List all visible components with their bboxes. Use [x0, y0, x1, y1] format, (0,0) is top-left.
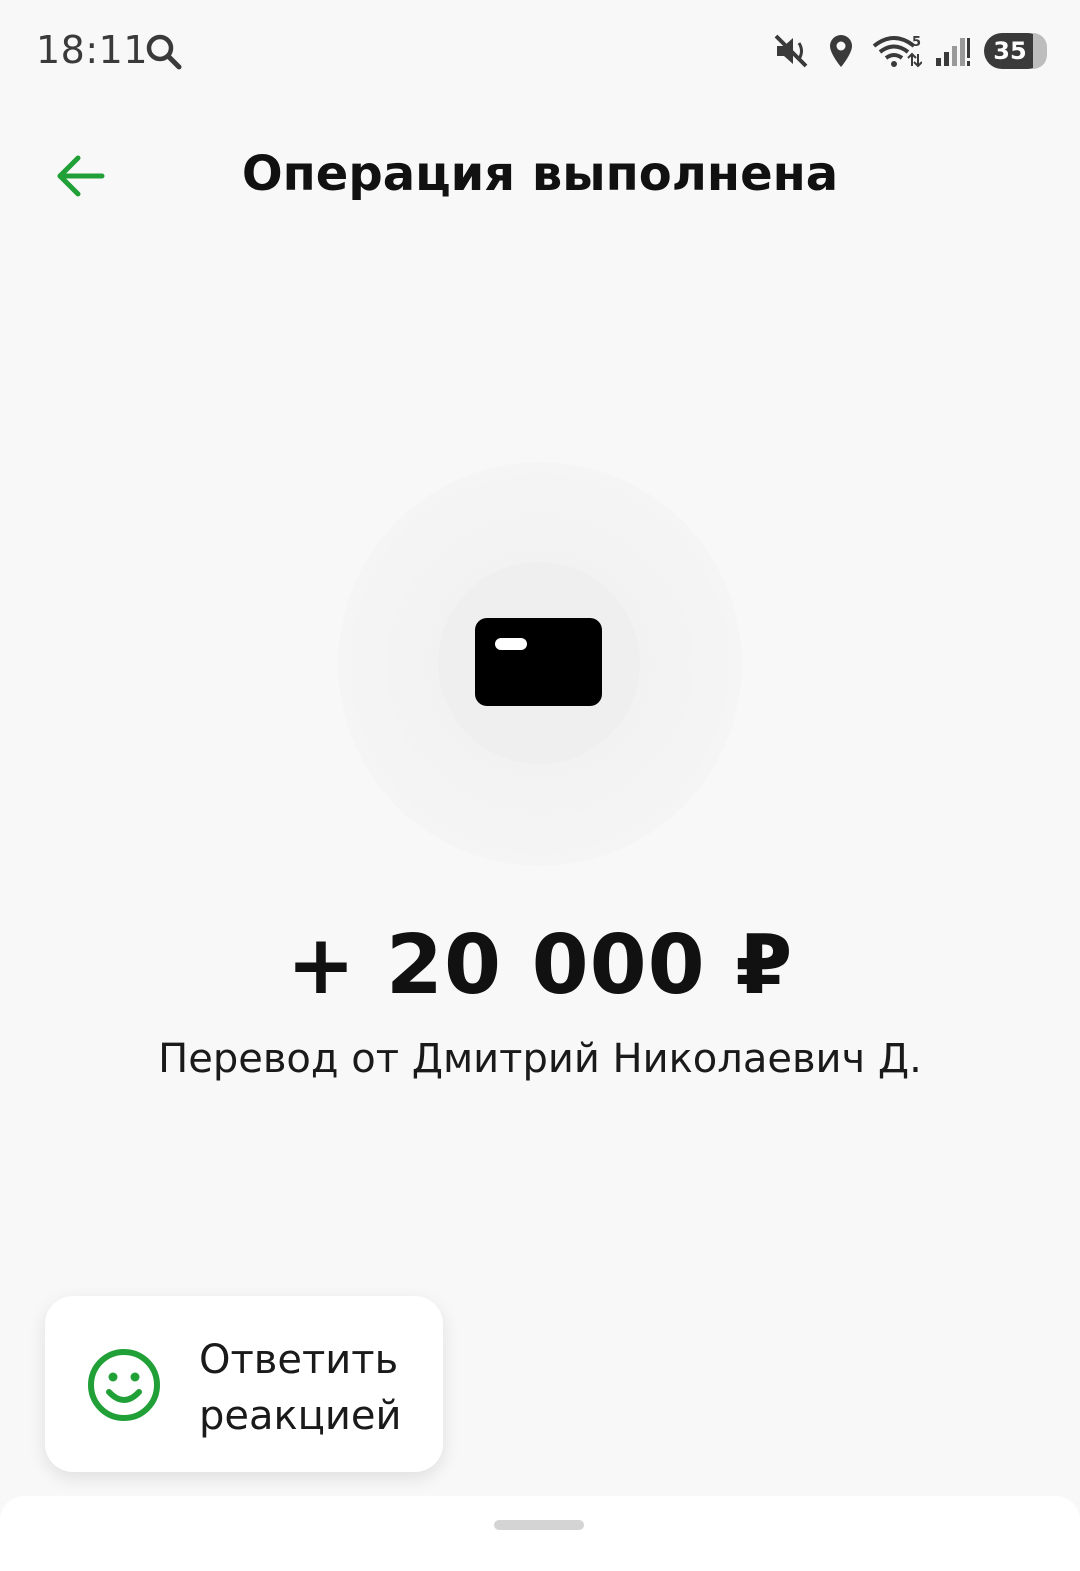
sheet-drag-handle[interactable] — [494, 1520, 584, 1530]
location-icon — [830, 35, 852, 67]
battery-level: 35 — [993, 37, 1027, 65]
status-time: 18:11 — [36, 28, 149, 72]
operation-description: Перевод от Дмитрий Николаевич Д. — [158, 1036, 922, 1082]
status-icons: 5 35 — [772, 30, 1047, 72]
wifi-icon: 5 — [872, 35, 922, 68]
battery-icon: 35 — [984, 33, 1047, 69]
card-icon — [475, 618, 602, 706]
search-icon — [146, 34, 182, 70]
mute-icon — [774, 34, 808, 68]
screen: 18:11 5 35 Операция выполнена + 20 000 ₽… — [0, 0, 1080, 1571]
bottom-sheet[interactable] — [0, 1496, 1080, 1571]
page-title: Операция выполнена — [241, 146, 839, 202]
status-bar: 18:11 5 35 — [0, 0, 1080, 100]
signal-icon — [936, 38, 970, 66]
reply-reaction-button[interactable]: Ответить реакцией — [45, 1296, 443, 1472]
operation-amount: + 20 000 ₽ — [286, 918, 794, 1013]
reply-reaction-label: Ответить реакцией — [199, 1337, 402, 1439]
svg-text:5: 5 — [912, 35, 921, 50]
smile-icon — [88, 1349, 160, 1421]
